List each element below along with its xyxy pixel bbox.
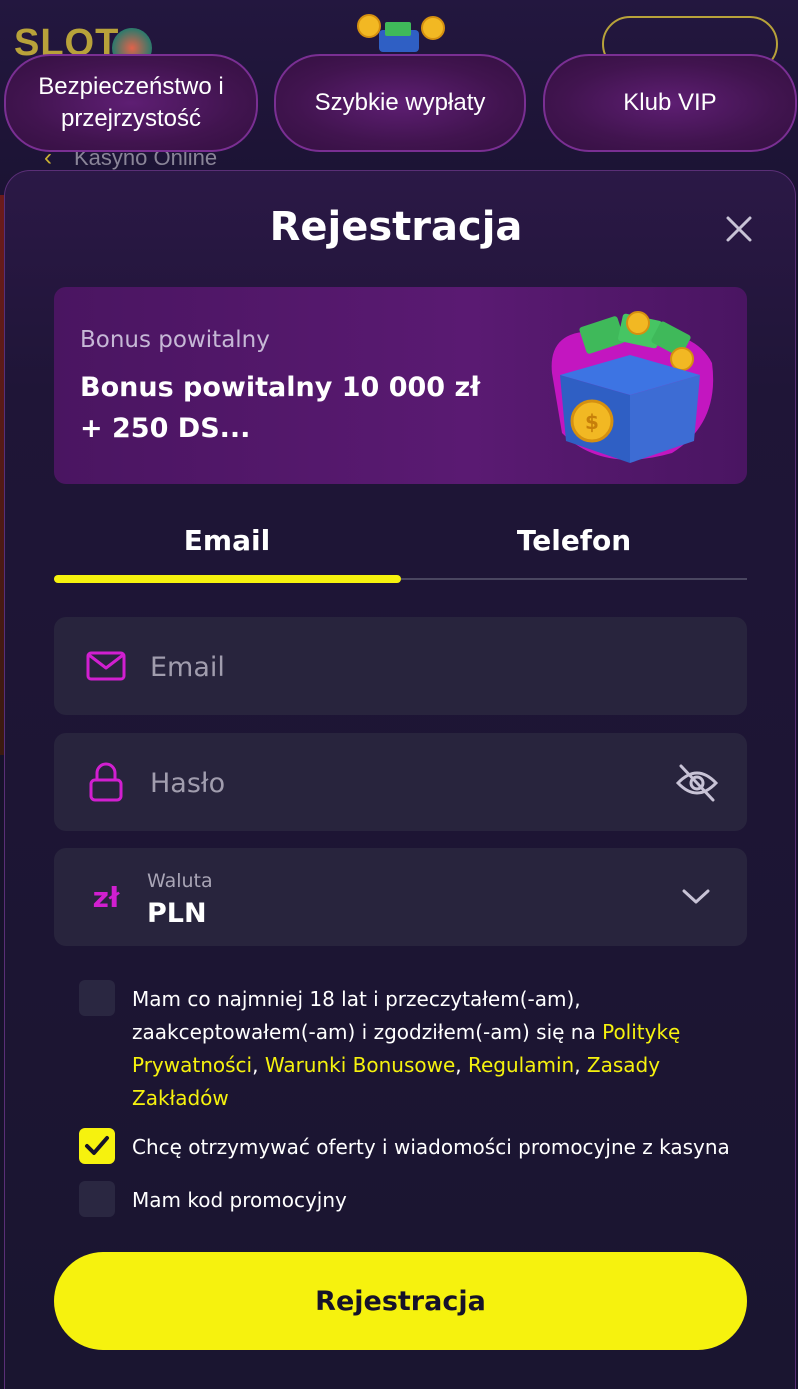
link-terms[interactable]: Regulamin (468, 1053, 574, 1077)
pill-fast-withdrawals-label: Szybkie wypłaty (314, 89, 486, 116)
tab-phone-label: Telefon (516, 523, 632, 557)
marketing-checkbox[interactable] (79, 1128, 115, 1164)
promo-code-checkbox[interactable] (79, 1181, 115, 1217)
mail-icon (86, 646, 126, 686)
link-separator: , (252, 1053, 265, 1077)
promo-code-text: Mam kod promocyjny (132, 1188, 347, 1212)
chevron-down-icon (682, 889, 710, 904)
link-separator: , (574, 1053, 587, 1077)
age-consent-text: Mam co najmniej 18 lat i przeczytałem(-a… (132, 983, 738, 1115)
lock-icon (86, 762, 126, 802)
currency-label: Waluta (147, 870, 213, 892)
eye-off-icon (675, 764, 719, 802)
tab-phone[interactable]: Telefon (401, 510, 747, 570)
bonus-value: Bonus powitalny 10 000 zł + 250 DS... (80, 372, 481, 444)
currency-value: PLN (147, 898, 207, 929)
gift-box-icon: $ (551, 311, 714, 463)
pill-vip-club-label: Klub VIP (623, 89, 717, 116)
pill-security[interactable]: Bezpieczeństwo i przejrzystość (4, 54, 258, 152)
toggle-password-button[interactable] (674, 760, 720, 806)
register-button[interactable]: Rejestracja (54, 1252, 747, 1350)
tab-email[interactable]: Email (54, 510, 400, 570)
link-bonus-terms[interactable]: Warunki Bonusowe (265, 1053, 455, 1077)
modal-title: Rejestracja (269, 204, 523, 250)
tab-email-label: Email (183, 523, 271, 557)
pill-vip-club[interactable]: Klub VIP (543, 54, 797, 152)
auth-tabs: Email Telefon (54, 510, 747, 585)
svg-text:$: $ (585, 410, 599, 434)
coins-icon (357, 14, 445, 52)
email-field (54, 617, 747, 715)
age-consent-body: Mam co najmniej 18 lat i przeczytałem(-a… (132, 987, 596, 1044)
password-field (54, 733, 747, 831)
pill-fast-withdrawals[interactable]: Szybkie wypłaty (274, 54, 526, 152)
currency-select[interactable]: zł Waluta PLN (54, 848, 747, 946)
email-input[interactable] (150, 645, 630, 689)
checkmark-icon (85, 1136, 109, 1155)
age-checkbox[interactable] (79, 980, 115, 1016)
password-input[interactable] (150, 761, 630, 805)
currency-zloty-icon: zł (92, 880, 120, 914)
close-icon (726, 216, 752, 242)
marketing-consent-text: Chcę otrzymywać oferty i wiadomości prom… (132, 1135, 730, 1159)
bonus-card[interactable]: Bonus powitalny Bonus powitalny 10 000 z… (54, 287, 747, 484)
currency-dropdown-toggle[interactable] (680, 882, 712, 912)
link-separator: , (455, 1053, 468, 1077)
tab-active-indicator (54, 575, 401, 583)
bonus-label: Bonus powitalny (80, 327, 270, 353)
close-button[interactable] (720, 210, 758, 248)
pill-security-label: Bezpieczeństwo i przejrzystość (38, 73, 224, 132)
